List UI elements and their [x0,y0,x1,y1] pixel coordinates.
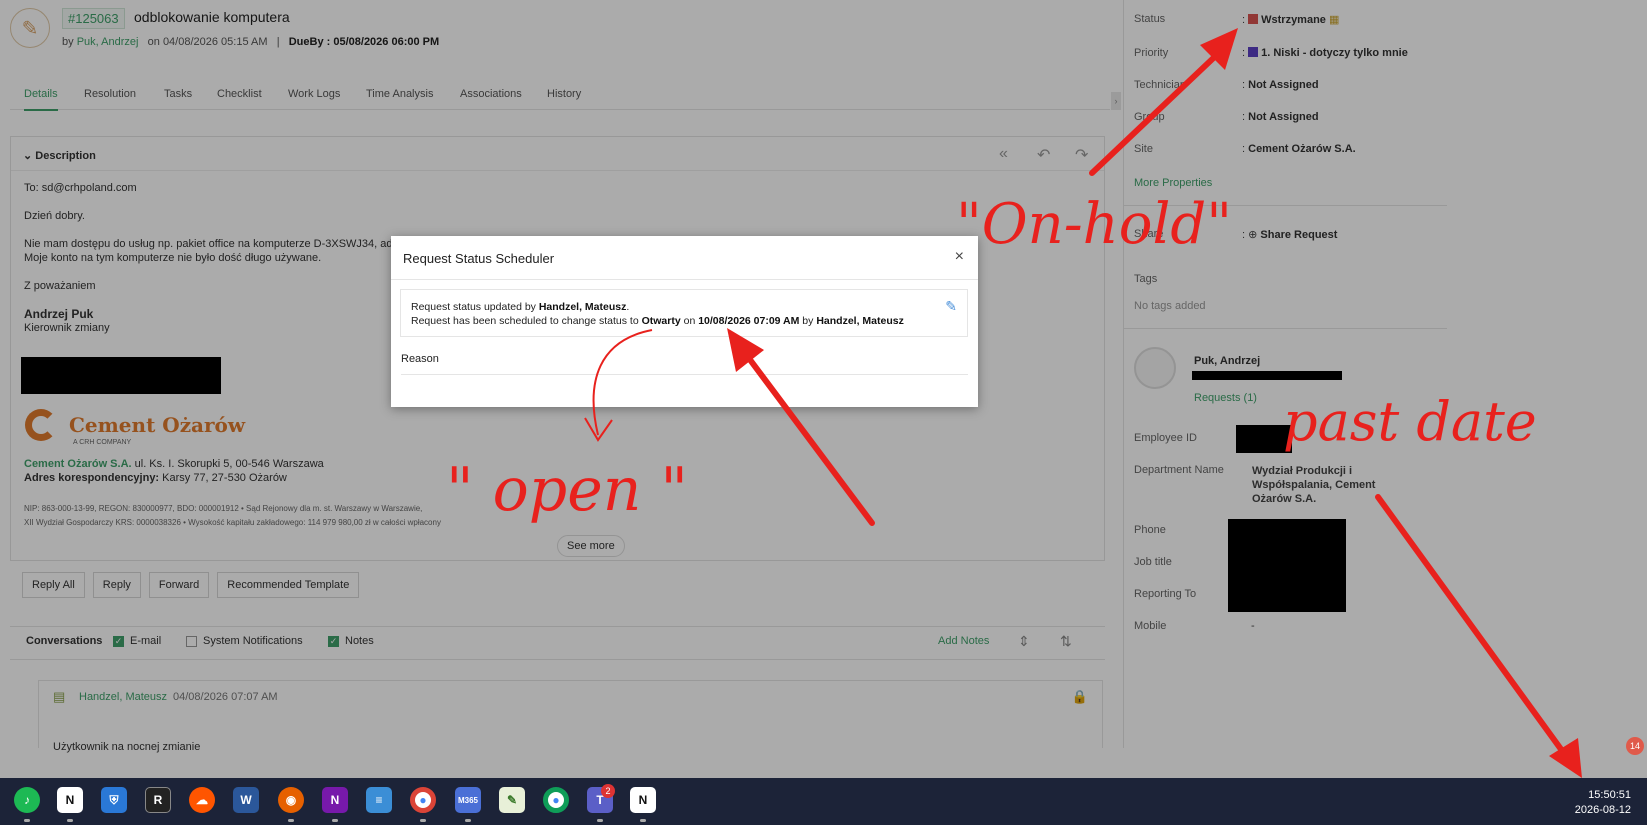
onenote-icon[interactable]: N [322,787,348,813]
active-indicator [332,819,338,822]
editor-icon[interactable]: ✎ [499,787,525,813]
active-indicator [24,819,30,822]
clock-date: 2026-08-12 [1574,804,1631,816]
notepad-icon[interactable]: ≡ [366,787,392,813]
chrome-icon[interactable]: ● [410,787,436,813]
chrome-icon[interactable]: ● [543,787,569,813]
close-icon[interactable]: × [955,248,964,266]
active-indicator [597,819,603,822]
dialog-header: Request Status Scheduler × [391,236,978,280]
reason-label: Reason [401,353,439,365]
notion-icon[interactable]: N [630,787,656,813]
word-icon[interactable]: W [233,787,259,813]
active-indicator [420,819,426,822]
spotify-icon[interactable]: ♪ [14,787,40,813]
firefox-icon[interactable]: ◉ [278,787,304,813]
taskbar: ♪ N ⛨ R ☁ W ◉ N ≡ ● M365 ✎ ● T N 15:50:5… [0,778,1647,825]
notion-icon[interactable]: N [57,787,83,813]
request-status-scheduler-dialog: Request Status Scheduler × Request statu… [391,236,978,407]
active-indicator [640,819,646,822]
remote-desktop-icon[interactable]: R [145,787,171,813]
schedule-info-box: Request status updated by Handzel, Mateu… [400,289,968,337]
scheduled-change-line: Request has been scheduled to change sta… [411,315,904,327]
reason-divider [401,374,968,375]
dialog-title: Request Status Scheduler [403,251,555,266]
active-indicator [465,819,471,822]
teams-notification-badge: 2 [601,784,615,798]
soundcloud-icon[interactable]: ☁ [189,787,215,813]
clock-time: 15:50:51 [1588,789,1631,801]
active-indicator [288,819,294,822]
m365-icon[interactable]: M365 [455,787,481,813]
security-app-icon[interactable]: ⛨ [101,787,127,813]
system-clock[interactable]: 15:50:51 2026-08-12 [1575,788,1631,818]
notification-count-badge[interactable]: 14 [1626,737,1644,755]
pencil-icon[interactable]: ✎ [945,299,957,313]
active-indicator [67,819,73,822]
status-updated-line: Request status updated by Handzel, Mateu… [411,301,630,313]
